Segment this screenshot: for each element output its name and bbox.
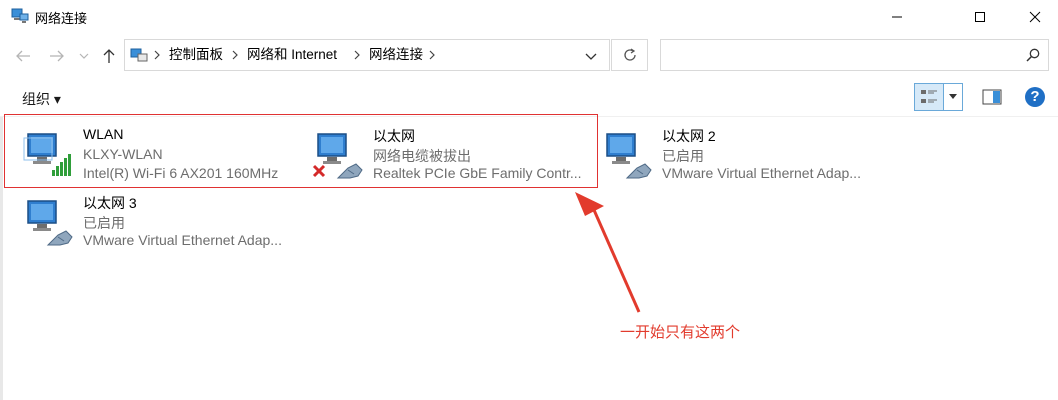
back-arrow-icon (16, 50, 30, 62)
close-button[interactable] (1012, 0, 1058, 33)
chevron-right-icon (154, 50, 160, 60)
refresh-button[interactable] (611, 39, 648, 71)
breadcrumb-network-connections[interactable]: 网络连接 (369, 40, 423, 70)
minimize-icon (892, 16, 902, 17)
ethernet-adapter-icon (27, 200, 73, 246)
chevron-down-icon (585, 53, 597, 60)
forward-arrow-icon (50, 50, 64, 62)
forward-button[interactable] (46, 45, 68, 67)
change-view-button[interactable] (914, 83, 944, 111)
control-panel-icon (130, 47, 148, 68)
left-edge (0, 117, 3, 400)
window-title: 网络连接 (35, 11, 88, 26)
chevron-down-icon (79, 53, 89, 59)
annotation-arrow-icon (575, 192, 641, 313)
network-connections-app-icon (11, 8, 29, 24)
connection-name: 以太网 3 (83, 195, 137, 211)
chevron-right-icon (429, 50, 435, 60)
search-input[interactable] (660, 39, 1049, 71)
breadcrumb-control-panel[interactable]: 控制面板 (169, 40, 223, 70)
breadcrumb-network-internet[interactable]: 网络和 Internet (247, 40, 337, 70)
search-icon[interactable] (1026, 48, 1040, 67)
connection-item-ethernet-3[interactable]: 以太网 3 已启用 VMware Virtual Ethernet Adap..… (22, 193, 302, 259)
preview-pane-button[interactable] (981, 86, 1003, 108)
minimize-button[interactable] (874, 0, 920, 33)
tiles-view-icon (921, 90, 937, 103)
view-options-dropdown[interactable] (944, 83, 963, 111)
maximize-button[interactable] (957, 0, 1003, 33)
annotation-text: 一开始只有这两个 (620, 324, 741, 341)
close-icon (1029, 11, 1041, 22)
address-dropdown-button[interactable] (585, 49, 597, 67)
command-bar (0, 79, 1058, 115)
preview-pane-icon (982, 89, 1002, 105)
ethernet-adapter-icon (606, 133, 652, 179)
connection-status: 已启用 (662, 148, 704, 164)
back-button[interactable] (12, 45, 34, 67)
up-arrow-icon (103, 49, 115, 63)
connection-device: VMware Virtual Ethernet Adap... (83, 232, 282, 248)
refresh-icon (623, 48, 636, 61)
chevron-right-icon (232, 50, 238, 60)
recent-locations-button[interactable] (76, 45, 92, 67)
connection-item-ethernet-2[interactable]: 以太网 2 已启用 VMware Virtual Ethernet Adap..… (601, 126, 881, 192)
highlight-box (4, 114, 598, 188)
maximize-icon (975, 11, 985, 22)
connection-name: 以太网 2 (662, 128, 716, 144)
connection-device: VMware Virtual Ethernet Adap... (662, 165, 861, 181)
organize-menu[interactable]: 组织 ▾ (22, 89, 61, 109)
chevron-right-icon (354, 50, 360, 60)
help-button[interactable]: ? (1025, 87, 1045, 107)
address-bar[interactable]: 控制面板 网络和 Internet 网络连接 (124, 39, 610, 71)
up-button[interactable] (98, 45, 120, 67)
connection-status: 已启用 (83, 215, 125, 231)
caret-down-icon (949, 94, 957, 99)
